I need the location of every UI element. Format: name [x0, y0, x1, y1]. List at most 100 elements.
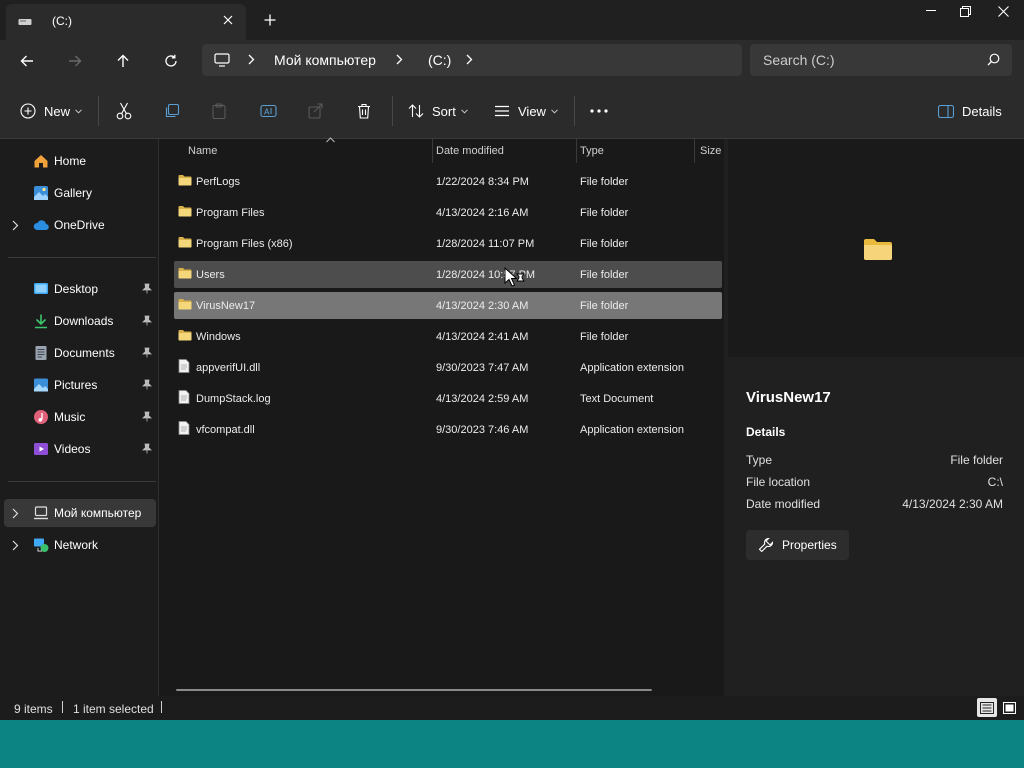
file-row[interactable]: appverifUI.dll 9/30/2023 7:47 AM Applicati…: [174, 354, 722, 381]
file-type: File folder: [580, 331, 629, 343]
file-row[interactable]: DumpStack.log 4/13/2024 2:59 AM Text Docum…: [174, 385, 722, 412]
file-row[interactable]: VirusNew17 4/13/2024 2:30 AM File folder: [174, 292, 722, 319]
svg-text:A: A: [264, 108, 270, 117]
rename-button[interactable]: A: [260, 99, 277, 123]
new-tab-button[interactable]: [258, 10, 282, 30]
computer-icon: [34, 506, 48, 520]
column-label: Size: [700, 145, 722, 157]
copy-button[interactable]: [164, 99, 180, 123]
more-options-button[interactable]: [590, 99, 608, 123]
column-header-date[interactable]: Date modified: [432, 139, 576, 163]
properties-button[interactable]: Properties: [746, 530, 849, 560]
search-icon: [987, 53, 1000, 66]
minimize-button[interactable]: [912, 0, 950, 22]
file-row[interactable]: Program Files 4/13/2024 2:16 AM File folde…: [174, 199, 722, 226]
file-date: 1/22/2024 8:34 PM: [436, 176, 529, 188]
network-icon: [34, 538, 49, 552]
address-bar[interactable]: Мой компьютер (C:): [202, 44, 742, 76]
breadcrumb-computer[interactable]: Мой компьютер: [274, 52, 376, 68]
nav-item-documents[interactable]: Documents: [4, 339, 156, 367]
nav-item-onedrive[interactable]: OneDrive: [4, 211, 156, 239]
file-type: File folder: [580, 238, 629, 250]
column-header-type[interactable]: Type: [576, 139, 694, 163]
tiles-view-button[interactable]: [999, 698, 1019, 717]
gallery-icon: [34, 186, 48, 200]
pin-icon: [142, 315, 152, 326]
file-row[interactable]: PerfLogs 1/22/2024 8:34 PM File folder: [174, 168, 722, 195]
nav-item-network[interactable]: Network: [4, 531, 156, 559]
folder-icon: [178, 268, 192, 279]
pin-icon: [142, 411, 152, 422]
search-input[interactable]: Search (C:): [750, 44, 1012, 76]
tab-c-drive[interactable]: (C:): [6, 4, 246, 40]
folder-icon: [178, 206, 192, 217]
mouse-cursor-icon: [504, 267, 525, 287]
column-header-name[interactable]: Name: [184, 137, 432, 163]
sort-icon: [408, 104, 424, 118]
file-row[interactable]: Windows 4/13/2024 2:41 AM File folder: [174, 323, 722, 350]
nav-label: Gallery: [54, 186, 93, 200]
minimize-icon: [926, 10, 936, 11]
nav-label: OneDrive: [54, 218, 105, 232]
nav-label: Мой компьютер: [54, 506, 142, 520]
prop-value-type: File folder: [950, 453, 1003, 467]
desktop-background: [0, 720, 1024, 768]
folder-icon: [178, 175, 192, 186]
arrow-up-icon: [117, 54, 129, 67]
close-window-button[interactable]: [984, 0, 1022, 22]
wrench-icon: [758, 537, 774, 553]
file-type: Application extension: [580, 362, 684, 374]
document-icon: [35, 346, 47, 360]
refresh-button[interactable]: [157, 48, 185, 74]
back-button[interactable]: [13, 48, 41, 74]
nav-item-downloads[interactable]: Downloads: [4, 307, 156, 335]
column-header-size[interactable]: Size: [696, 139, 724, 163]
file-row[interactable]: vfcompat.dll 9/30/2023 7:46 AM Application…: [174, 416, 722, 443]
paste-button[interactable]: [212, 99, 226, 123]
share-button[interactable]: [308, 99, 324, 123]
file-row[interactable]: Program Files (x86) 1/28/2024 11:07 PM Fil…: [174, 230, 722, 257]
column-label: Date modified: [436, 145, 504, 157]
nav-item-home[interactable]: Home: [4, 147, 156, 175]
pin-icon: [142, 443, 152, 454]
new-button[interactable]: New: [20, 99, 82, 123]
nav-label: Desktop: [54, 282, 99, 296]
plus-circle-icon: [20, 103, 36, 119]
more-icon: [590, 109, 608, 113]
close-tab-button[interactable]: [218, 10, 238, 30]
details-pane-icon: [938, 104, 954, 118]
nav-item-pictures[interactable]: Pictures: [4, 371, 156, 399]
chevron-right-icon: [12, 508, 19, 519]
file-row[interactable]: Users 1/28/2024 10:57 PM File folder: [174, 261, 722, 288]
sort-button[interactable]: Sort: [408, 99, 468, 123]
file-icon: [178, 390, 190, 404]
file-type: File folder: [580, 269, 629, 281]
nav-item-desktop[interactable]: Desktop: [4, 275, 156, 303]
nav-item-my-computer[interactable]: Мой компьютер: [4, 499, 156, 527]
status-divider: [62, 701, 63, 713]
horizontal-scrollbar[interactable]: [176, 689, 652, 691]
file-icon: [178, 359, 190, 373]
restore-button[interactable]: [946, 0, 984, 22]
view-button[interactable]: View: [494, 99, 558, 123]
delete-button[interactable]: [357, 99, 371, 123]
details-view-button[interactable]: [977, 698, 997, 717]
nav-item-gallery[interactable]: Gallery: [4, 179, 156, 207]
up-button[interactable]: [109, 48, 137, 74]
file-name: PerfLogs: [196, 176, 241, 188]
details-pane-button[interactable]: Details: [938, 99, 1002, 123]
cut-button[interactable]: [116, 99, 132, 123]
file-name: DumpStack.log: [196, 393, 271, 405]
breadcrumb-c-drive[interactable]: (C:): [428, 52, 451, 68]
file-date: 9/30/2023 7:46 AM: [436, 424, 529, 436]
column-divider: [694, 139, 695, 163]
file-type: File folder: [580, 176, 629, 188]
nav-item-music[interactable]: Music: [4, 403, 156, 431]
prop-value-location: C:\: [987, 475, 1003, 489]
nav-item-videos[interactable]: Videos: [4, 435, 156, 463]
prop-key-date: Date modified: [746, 497, 821, 511]
rename-icon: A: [260, 104, 277, 118]
file-type: File folder: [580, 207, 629, 219]
tiles-view-icon: [1002, 701, 1016, 714]
forward-button[interactable]: [61, 48, 89, 74]
